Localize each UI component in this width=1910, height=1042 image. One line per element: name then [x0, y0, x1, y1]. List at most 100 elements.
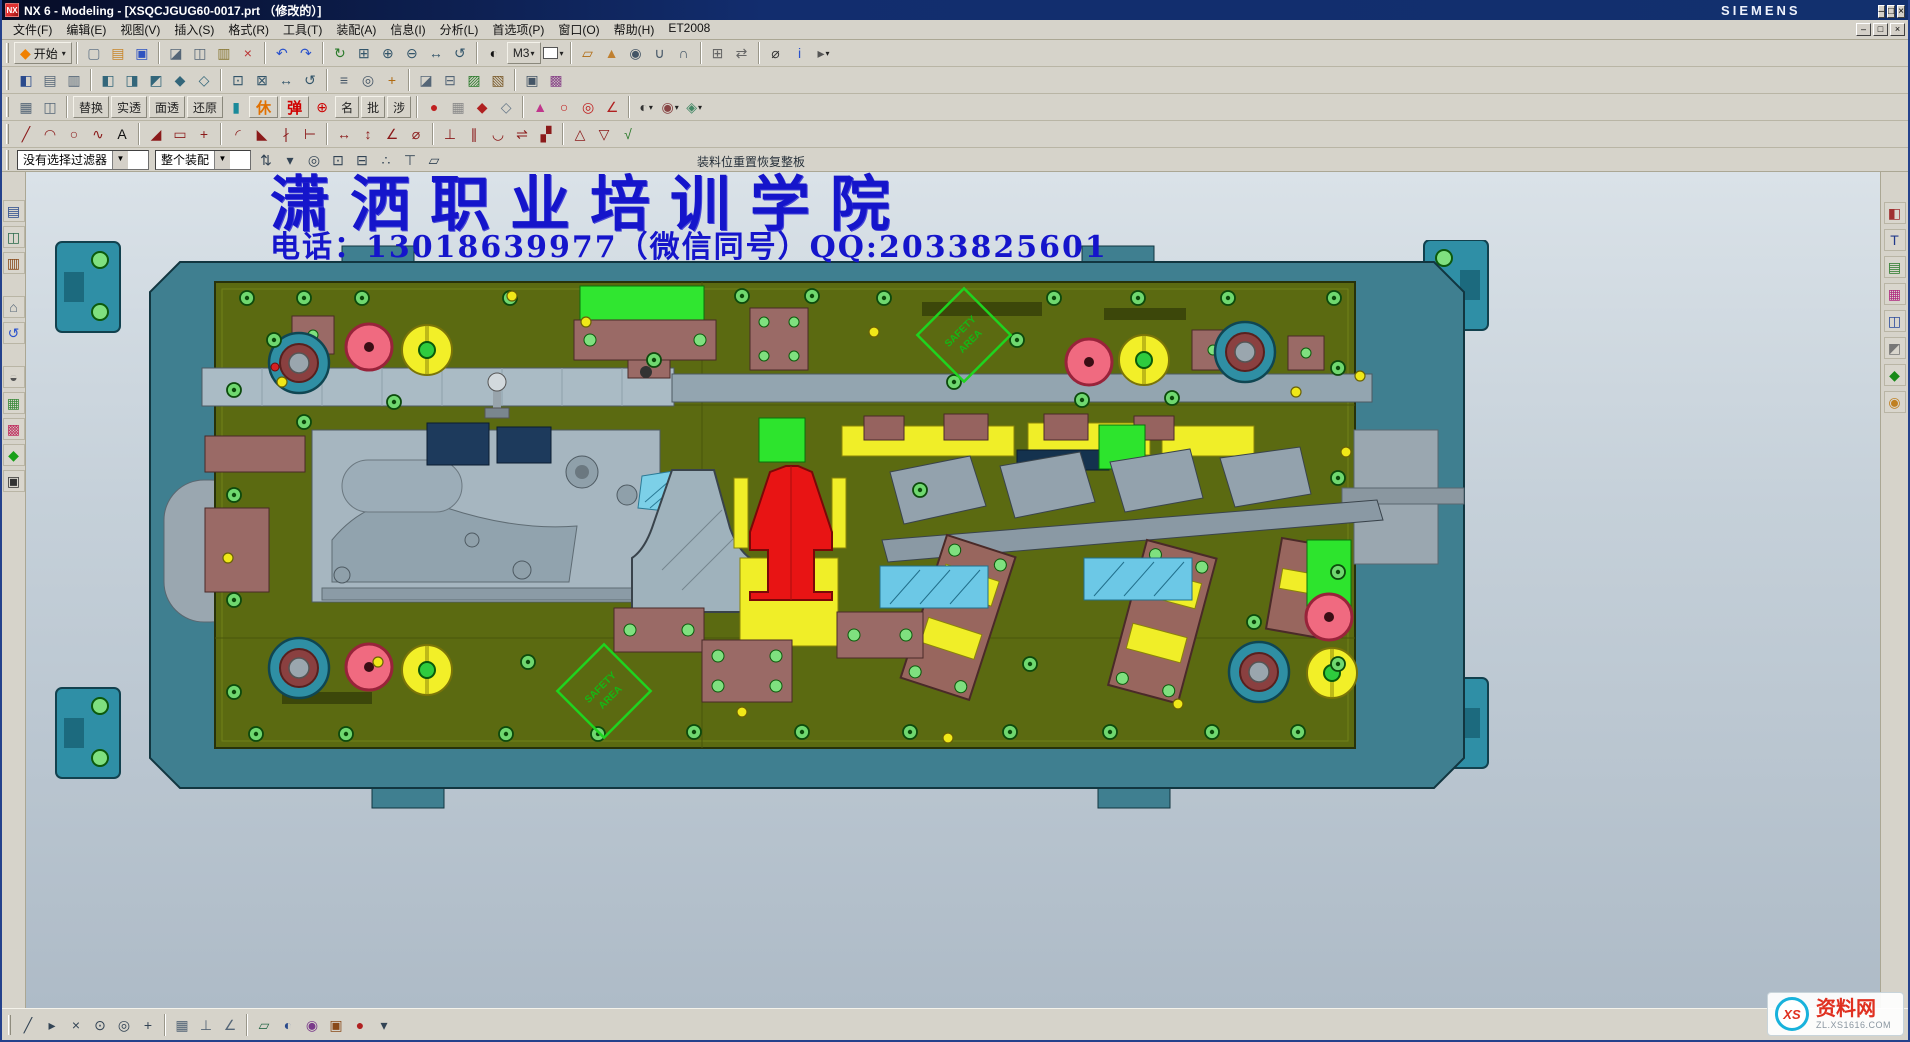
analysis-combo-button[interactable]: ◈▾: [682, 95, 706, 119]
wcs-dynamics-button[interactable]: +: [380, 68, 404, 92]
sketch-line-button[interactable]: ╱: [14, 122, 38, 146]
polar-tracking-button[interactable]: ∠: [218, 1013, 242, 1037]
layer-settings-button[interactable]: ≡: [332, 68, 356, 92]
workplane-toggle-button[interactable]: ▱: [252, 1013, 276, 1037]
dim-angle-button[interactable]: ∠: [380, 122, 404, 146]
add-reference-point-button[interactable]: ⊕: [310, 95, 334, 119]
snap-midpoint-button[interactable]: ▸: [40, 1013, 64, 1037]
open-file-button[interactable]: ▤: [106, 41, 130, 65]
sketch-rectangle-button[interactable]: ▭: [168, 122, 192, 146]
solid-transparent-button[interactable]: 实透: [111, 96, 147, 118]
undo-button[interactable]: ↶: [270, 41, 294, 65]
menu-view[interactable]: 视图(V): [113, 19, 167, 40]
mdi-close-button[interactable]: ×: [1890, 23, 1905, 36]
constraint-tangent-button[interactable]: ◡: [486, 122, 510, 146]
material-panel-button[interactable]: ◩: [1884, 337, 1906, 359]
component-preview-button[interactable]: ◐: [276, 1013, 300, 1037]
more-snap-options-button[interactable]: ▾: [372, 1013, 396, 1037]
toolbar-grip[interactable]: [6, 150, 9, 170]
pan-tool-button[interactable]: ↔: [274, 68, 298, 92]
name-parts-button[interactable]: 名: [335, 96, 359, 118]
target-point-button[interactable]: ◎: [576, 95, 600, 119]
window-cascade-button[interactable]: ▤: [38, 68, 62, 92]
restore-display-button[interactable]: 还原: [187, 96, 223, 118]
delete-button[interactable]: ×: [236, 41, 260, 65]
menu-preferences[interactable]: 首选项(P): [485, 19, 551, 40]
dynamic-preview-button[interactable]: ◉: [300, 1013, 324, 1037]
background-color-button[interactable]: ▧: [486, 68, 510, 92]
view-trimetric-button[interactable]: ◇: [192, 68, 216, 92]
interference-check-button[interactable]: 涉: [387, 96, 411, 118]
sketch-chamfer-button[interactable]: ◣: [250, 122, 274, 146]
batch-process-button[interactable]: 批: [361, 96, 385, 118]
spring-tool-button[interactable]: 弹: [280, 96, 309, 118]
chevron-down-icon[interactable]: ▼: [214, 151, 230, 169]
menu-help[interactable]: 帮助(H): [607, 19, 662, 40]
extrude-button[interactable]: ▲: [600, 41, 624, 65]
panel-toggle-button[interactable]: ◧: [1884, 202, 1906, 224]
interpart-link-button[interactable]: ◫: [38, 95, 62, 119]
constraint-perpendicular-button[interactable]: ⊥: [438, 122, 462, 146]
move-component-button[interactable]: ⇄: [730, 41, 754, 65]
orbit-tool-button[interactable]: ↺: [298, 68, 322, 92]
replace-display-button[interactable]: 替换: [73, 96, 109, 118]
zoom-window-button[interactable]: ⊡: [226, 68, 250, 92]
wave-geometry-linker-button[interactable]: ▦: [14, 95, 38, 119]
information-panel-button[interactable]: ◉: [1884, 391, 1906, 413]
system-materials-button[interactable]: ▦: [3, 392, 25, 414]
snap-center-button[interactable]: ⊙: [88, 1013, 112, 1037]
show-hide-button[interactable]: ◎: [356, 68, 380, 92]
clip-section-button[interactable]: ⊟: [438, 68, 462, 92]
part-navigator-button[interactable]: ▥: [3, 252, 25, 274]
redo-button[interactable]: ↷: [294, 41, 318, 65]
history-palette-button[interactable]: ↺: [3, 322, 25, 344]
display-mode-combo-button[interactable]: ◐▾: [634, 95, 658, 119]
cad-die-model[interactable]: SAFETY AREA SAFETY AREA: [42, 240, 1502, 820]
divider-bar-button[interactable]: ▮: [224, 95, 248, 119]
start-menu-button[interactable]: ◆开始▾: [14, 42, 72, 64]
maximize-button[interactable]: □: [1887, 5, 1895, 18]
reuse-library-button[interactable]: ⌂: [3, 296, 25, 318]
menu-et2008[interactable]: ET2008: [661, 19, 717, 40]
object-info-button[interactable]: i: [788, 41, 812, 65]
constraint-parallel-button[interactable]: ∥: [462, 122, 486, 146]
mdi-minimize-button[interactable]: –: [1856, 23, 1871, 36]
macro-record-button[interactable]: ●: [348, 1013, 372, 1037]
hole-feature-button[interactable]: ◉: [624, 41, 648, 65]
menu-assemblies[interactable]: 装配(A): [329, 19, 383, 40]
toolbar-grip[interactable]: [8, 1015, 11, 1035]
display-part-button[interactable]: ◧: [14, 68, 38, 92]
rotate-view-button[interactable]: ↺: [448, 41, 472, 65]
palette-panel-button[interactable]: ▦: [1884, 283, 1906, 305]
menu-file[interactable]: 文件(F): [6, 19, 59, 40]
copy-button[interactable]: ◫: [188, 41, 212, 65]
menu-tools[interactable]: 工具(T): [276, 19, 329, 40]
new-file-button[interactable]: ▢: [82, 41, 106, 65]
angle-check-button[interactable]: ∠: [600, 95, 624, 119]
visual-effects-button[interactable]: ▩: [544, 68, 568, 92]
graphics-viewport[interactable]: 潇洒职业培训学院 电话：13018639977（微信同号）QQ:20338256…: [26, 172, 1880, 1008]
sketch-magenta-button[interactable]: ▲: [528, 95, 552, 119]
unite-button[interactable]: ∪: [648, 41, 672, 65]
sketch-spline-button[interactable]: ∿: [86, 122, 110, 146]
render-quality-button[interactable]: ◆: [1884, 364, 1906, 386]
snap-existing-point-button[interactable]: +: [136, 1013, 160, 1037]
grid-toggle-button[interactable]: ▦: [446, 95, 470, 119]
highlight-body-button[interactable]: ●: [422, 95, 446, 119]
selection-filter-dropdown[interactable]: 没有选择过滤器 ▼: [17, 150, 149, 170]
render-style-button[interactable]: ◐: [482, 41, 506, 65]
pan-view-button[interactable]: ↔: [424, 41, 448, 65]
ortho-mode-button[interactable]: ⊥: [194, 1013, 218, 1037]
curve-display-combo-button[interactable]: ◉▾: [658, 95, 682, 119]
chevron-down-icon[interactable]: ▼: [112, 151, 128, 169]
suppress-component-button[interactable]: 休: [249, 96, 278, 118]
zoom-in-button[interactable]: ⊕: [376, 41, 400, 65]
capture-image-button[interactable]: ▣: [324, 1013, 348, 1037]
measure-distance-button[interactable]: ⌀: [764, 41, 788, 65]
menu-format[interactable]: 格式(R): [221, 19, 276, 40]
toolbar-grip[interactable]: [6, 124, 9, 144]
paste-button[interactable]: ▥: [212, 41, 236, 65]
toolbar-grip[interactable]: [6, 97, 9, 117]
sketch-fillet-button[interactable]: ◜: [226, 122, 250, 146]
menu-information[interactable]: 信息(I): [383, 19, 432, 40]
